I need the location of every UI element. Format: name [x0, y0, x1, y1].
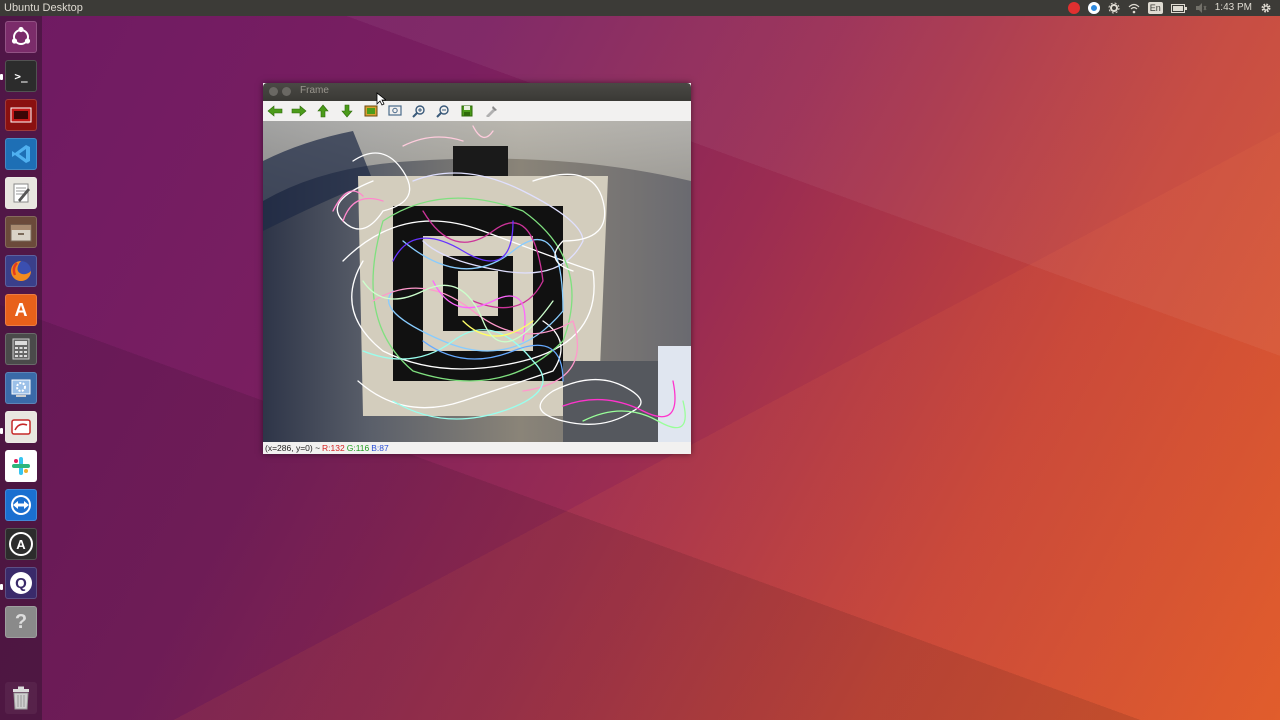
screenshot-button[interactable] [5, 411, 37, 443]
firefox-button[interactable] [5, 255, 37, 287]
minimize-button[interactable] [282, 87, 291, 96]
mouse-cursor-icon [376, 92, 386, 106]
software-center-button[interactable]: A [5, 294, 37, 326]
save-icon[interactable] [455, 102, 479, 120]
zoom-original-icon[interactable] [383, 102, 407, 120]
status-coords: (x=286, y=0) ~ [265, 443, 321, 453]
pan-left-icon[interactable] [263, 102, 287, 120]
pan-down-icon[interactable] [335, 102, 359, 120]
pan-right-icon[interactable] [287, 102, 311, 120]
status-red-value: R:132 [322, 443, 345, 453]
vscode-icon [12, 145, 30, 163]
system-settings-icon [11, 379, 31, 397]
text-editor-icon [13, 183, 30, 203]
panel-title: Ubuntu Desktop [4, 2, 83, 14]
firefox-icon [11, 261, 31, 281]
volume-icon[interactable] [1195, 3, 1207, 13]
frame-window[interactable]: Frame (x=286, y=0) ~ R:132 G:116 B:87 [263, 83, 691, 454]
terminal-button[interactable]: >_ [5, 60, 37, 92]
calculator-button[interactable] [5, 333, 37, 365]
screen-recorder-button[interactable] [5, 99, 37, 131]
status-blue-value: B:87 [371, 443, 389, 453]
trash-button[interactable] [5, 682, 37, 714]
screenshot-icon [11, 419, 31, 435]
settings-sync-icon[interactable] [1108, 2, 1120, 14]
clock[interactable]: 1:43 PM [1215, 0, 1252, 16]
calculator-icon [12, 338, 30, 360]
recording-indicator-icon[interactable] [1067, 2, 1080, 14]
camera-frame-image[interactable] [263, 121, 691, 442]
running-indicator [0, 74, 3, 80]
pan-up-icon[interactable] [311, 102, 335, 120]
updater-icon: A [9, 532, 33, 556]
trash-icon [13, 686, 29, 710]
ubuntu-logo-icon [11, 26, 31, 45]
properties-icon[interactable] [479, 102, 503, 120]
wifi-icon[interactable] [1128, 3, 1140, 14]
ubuntu-dash-button[interactable] [5, 21, 37, 53]
zoom-in-icon[interactable] [407, 102, 431, 120]
updater-button[interactable]: A [5, 528, 37, 560]
help-icon: ? [14, 610, 28, 633]
slack-icon [12, 457, 30, 475]
window-titlebar[interactable]: Frame [263, 83, 691, 101]
help-button[interactable]: ? [5, 606, 37, 638]
q-app-icon: Q [10, 572, 32, 594]
close-button[interactable] [269, 87, 278, 96]
recorder-icon [10, 107, 32, 123]
terminal-icon: >_ [14, 69, 28, 83]
system-settings-button[interactable] [5, 372, 37, 404]
gear-icon[interactable] [1260, 2, 1272, 14]
pixel-status-bar: (x=286, y=0) ~ R:132 G:116 B:87 [263, 442, 691, 454]
files-button[interactable] [5, 216, 37, 248]
file-manager-icon [10, 224, 32, 242]
running-indicator [0, 428, 3, 434]
software-center-icon: A [14, 299, 28, 320]
teamviewer-icon [11, 495, 31, 515]
system-tray: En 1:43 PM [1067, 0, 1280, 16]
slack-button[interactable] [5, 450, 37, 482]
teamviewer-button[interactable] [5, 489, 37, 521]
launcher: >_ A A Q ? [0, 16, 42, 720]
window-title: Frame [300, 85, 329, 96]
status-green-value: G:116 [346, 443, 370, 453]
keyboard-lang-icon[interactable]: En [1147, 2, 1163, 14]
teamviewer-tray-icon[interactable] [1087, 2, 1100, 14]
image-toolbar [263, 101, 691, 121]
top-panel: Ubuntu Desktop En 1:43 PM [0, 0, 1280, 16]
battery-icon[interactable] [1170, 3, 1187, 13]
running-indicator [0, 584, 3, 590]
camera-frame-canvas [263, 121, 691, 442]
vscode-button[interactable] [5, 138, 37, 170]
zoom-out-icon[interactable] [431, 102, 455, 120]
text-editor-button[interactable] [5, 177, 37, 209]
app-q-button[interactable]: Q [5, 567, 37, 599]
